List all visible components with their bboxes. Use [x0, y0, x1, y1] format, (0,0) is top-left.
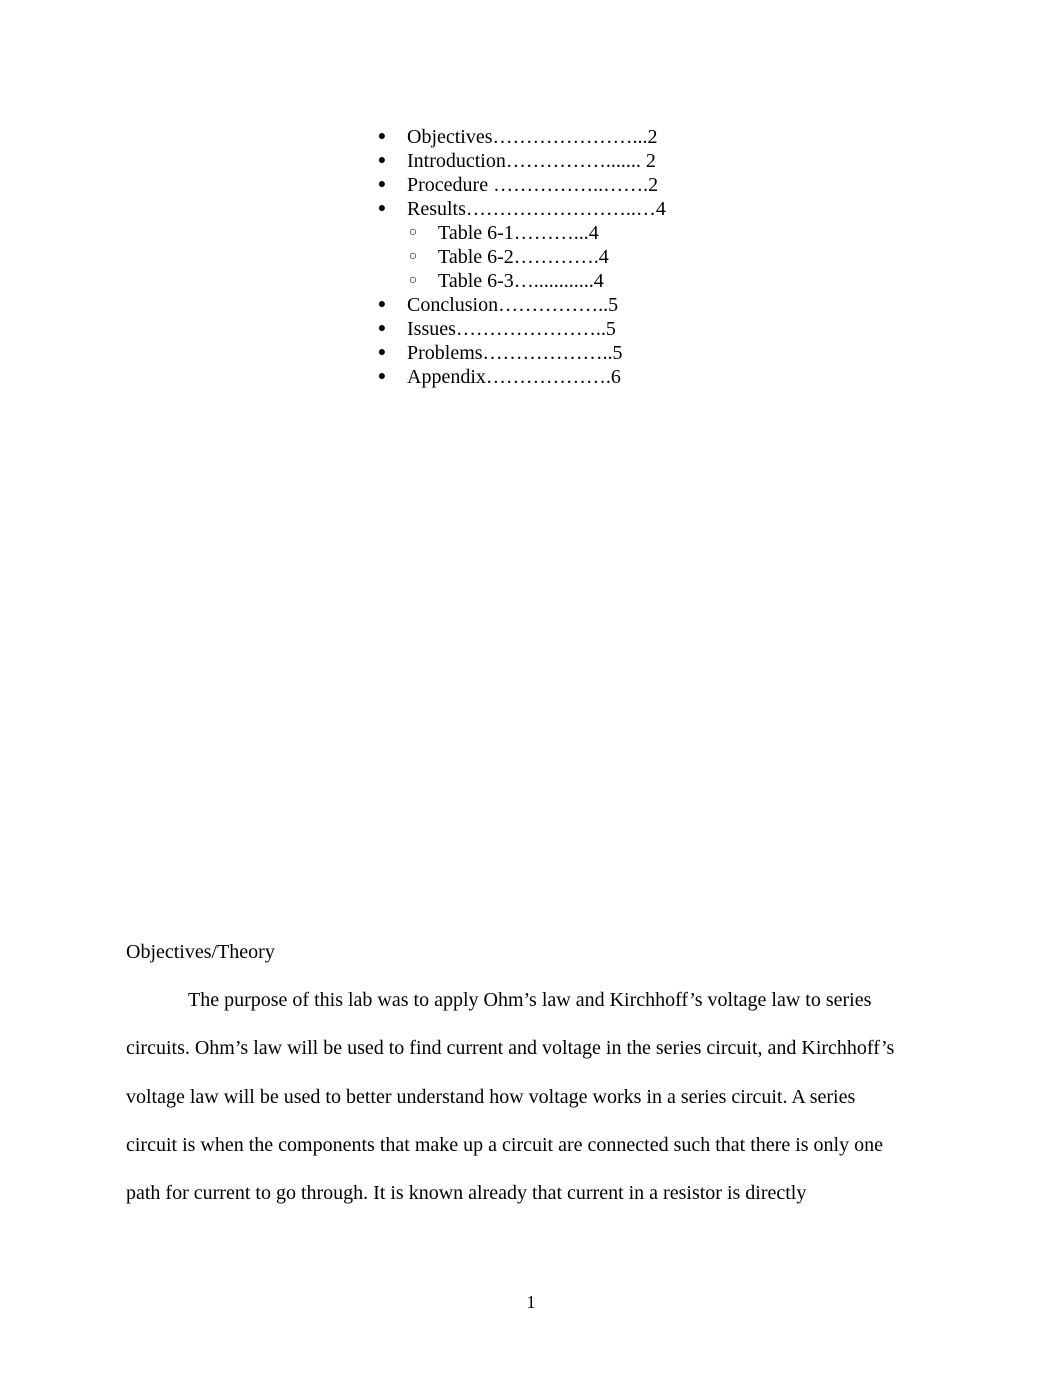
page-number: 1: [526, 1292, 536, 1312]
toc-item-label: Table 6-1………...4: [438, 222, 599, 244]
filled-bullet-icon: ●: [377, 369, 387, 384]
toc-item-label: Results……………………..…4: [407, 198, 666, 220]
filled-bullet-icon: ●: [377, 345, 387, 360]
hollow-bullet-icon: ○: [408, 249, 418, 264]
filled-bullet-icon: ●: [377, 129, 387, 144]
filled-bullet-icon: ●: [377, 297, 387, 312]
paragraph-line: circuit is when the components that make…: [126, 1133, 883, 1156]
paragraph-line: voltage law will be used to better under…: [126, 1085, 856, 1108]
toc-item-label: Objectives…………………...2: [407, 126, 658, 148]
toc-item-label: Introduction……………....... 2: [407, 150, 656, 172]
toc-item-label: Issues…………………..5: [407, 318, 616, 340]
hollow-bullet-icon: ○: [408, 225, 418, 240]
toc-item-label: Table 6-2………….4: [438, 246, 609, 268]
paragraph-line: circuits. Ohm’s law will be used to find…: [126, 1037, 895, 1060]
toc-item-label: Problems………………..5: [407, 342, 623, 364]
paragraph-line: The purpose of this lab was to apply Ohm…: [188, 989, 872, 1011]
filled-bullet-icon: ●: [377, 177, 387, 192]
section-heading: Objectives/Theory: [126, 941, 275, 963]
toc-item-label: Appendix……………….6: [407, 366, 621, 388]
filled-bullet-icon: ●: [377, 321, 387, 336]
section-body-paragraph: The purpose of this lab was to apply Ohm…: [126, 988, 946, 1229]
hollow-bullet-icon: ○: [408, 273, 418, 288]
toc-item-label: Conclusion……………..5: [407, 294, 619, 316]
document-page: ● Objectives…………………...2 ● Introduction………: [0, 0, 1062, 1376]
filled-bullet-icon: ●: [377, 153, 387, 168]
filled-bullet-icon: ●: [377, 201, 387, 216]
toc-item-label: Table 6-3…............4: [438, 270, 604, 292]
paragraph-line: path for current to go through. It is kn…: [126, 1182, 807, 1205]
toc-item-label: Procedure ……………..…….2: [407, 174, 659, 196]
